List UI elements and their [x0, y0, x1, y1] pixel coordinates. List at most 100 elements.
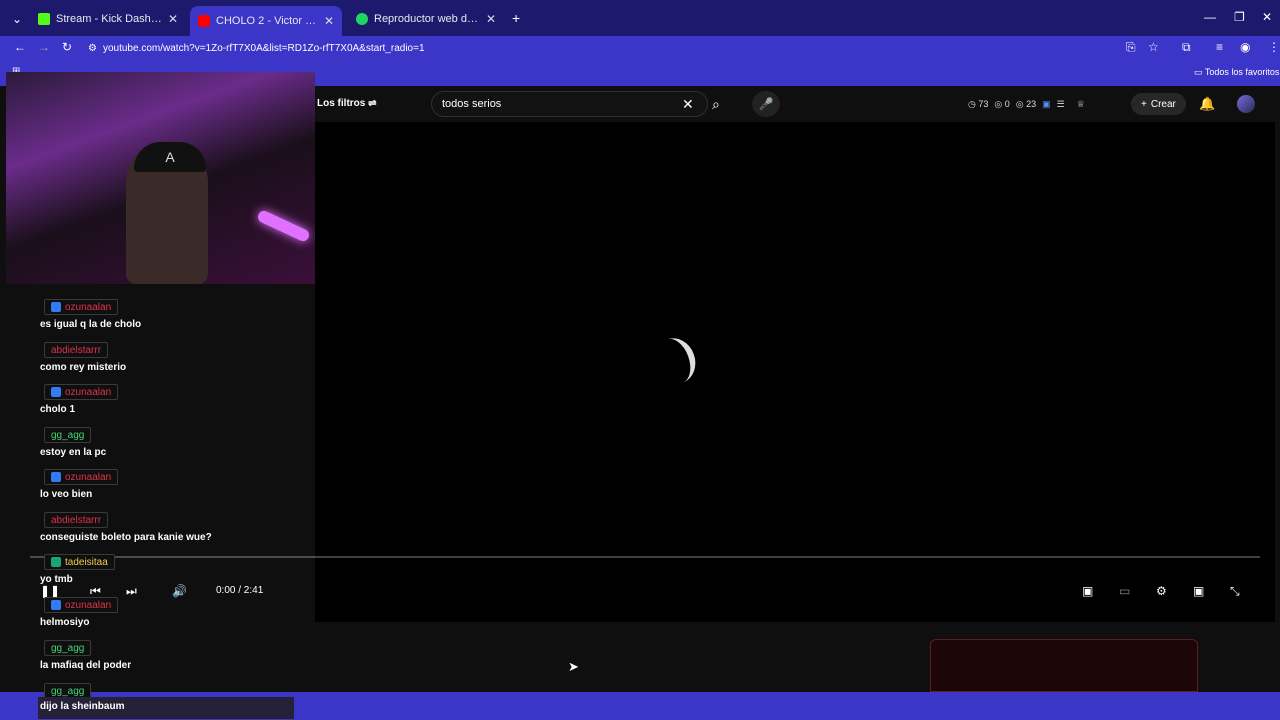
restore-icon[interactable]: ❐ [1234, 10, 1245, 24]
extension-icon[interactable]: ▣ [1042, 99, 1051, 110]
forward-icon[interactable]: → [38, 40, 50, 54]
progress-bar[interactable] [30, 556, 1260, 558]
chat-message: estoy en la pc [40, 447, 107, 458]
chat-message: es igual q la de cholo [40, 319, 142, 330]
search-icon[interactable]: ⌕ [712, 96, 720, 113]
neon-light [256, 208, 311, 244]
filters-button[interactable]: Los filtros ⇌ [317, 98, 377, 109]
user-badge-icon [51, 302, 61, 312]
chat-username-text: abdielstarrr [51, 344, 102, 356]
tab-label: Stream - Kick Dashboard [56, 13, 162, 25]
filters-label: Los filtros [317, 98, 366, 109]
chat-message: como rey misterio [40, 362, 127, 373]
user-badge-icon [51, 472, 61, 482]
tab-kick[interactable]: Stream - Kick Dashboard ✕ [30, 6, 186, 32]
chat-username-text: gg_agg [51, 685, 85, 697]
chat-username[interactable]: ozunaalan [44, 469, 119, 485]
avatar[interactable] [1237, 95, 1255, 113]
chat-username[interactable]: ozunaalan [44, 597, 119, 613]
user-badge-icon [51, 557, 61, 567]
stat-a: ◷ 73 [968, 99, 989, 109]
chat-message: lo veo bien [40, 489, 93, 500]
notifications-icon[interactable]: 🔔 [1199, 96, 1215, 112]
video-player[interactable] [315, 122, 1275, 622]
plus-icon: + [1141, 98, 1147, 110]
window-close-icon[interactable]: ✕ [1262, 10, 1272, 24]
time-display: 0:00 / 2:41 [216, 585, 264, 596]
new-tab-icon[interactable]: + [512, 10, 520, 26]
chat-username[interactable]: tadeisitaa [44, 554, 115, 570]
search-value: todos serios [442, 98, 502, 110]
chat-username-text: ozunaalan [65, 301, 112, 313]
fullscreen-icon[interactable]: ⤡ [1230, 584, 1240, 599]
reload-icon[interactable]: ↻ [62, 40, 72, 54]
back-icon[interactable]: ← [14, 40, 26, 54]
chat-username-text: ozunaalan [65, 599, 112, 611]
chat-username[interactable]: abdielstarrr [44, 342, 109, 358]
chat-message: yo tmb [40, 574, 73, 585]
close-icon[interactable]: ✕ [324, 14, 334, 28]
media-icon[interactable]: ≡ [1216, 40, 1223, 54]
miniplayer-icon[interactable]: ▣ [1193, 584, 1204, 598]
site-info-icon[interactable]: ⚙ [88, 43, 97, 54]
chat-username-text: tadeisitaa [65, 556, 108, 568]
search-input[interactable]: todos serios [431, 91, 708, 117]
spotify-icon [356, 13, 368, 25]
chat-username-text: gg_agg [51, 429, 85, 441]
address-bar[interactable]: ⚙ youtube.com/watch?v=1Zo-rfT7X0A&list=R… [88, 39, 1148, 57]
extension-stats: ◷ 73 ◎ 0 ◎ 23 ▣ ☰ ♕ [968, 99, 1085, 110]
stat-b-value: 0 [1004, 99, 1010, 109]
webcam-overlay: A [6, 72, 315, 284]
chat-username[interactable]: gg_agg [44, 427, 92, 443]
install-icon[interactable]: ⎘ [1126, 40, 1136, 55]
user-badge-icon [51, 600, 61, 610]
stat-c: ◎ 23 [1015, 99, 1037, 109]
pause-icon[interactable]: ❚❚ [40, 584, 60, 598]
stat-b: ◎ 0 [994, 99, 1010, 109]
menu-icon[interactable]: ⋮ [1268, 40, 1280, 54]
extensions-icon[interactable]: ⧉ [1182, 40, 1191, 55]
chat-message: cholo 1 [40, 404, 76, 415]
chat-username[interactable]: gg_agg [44, 640, 92, 656]
create-label: Crear [1150, 98, 1176, 110]
chat-username[interactable]: ozunaalan [44, 299, 119, 315]
next-icon[interactable]: ⏭ [126, 584, 137, 599]
folder-icon: ▭ [1194, 67, 1203, 77]
tab-search-icon[interactable]: ⌄ [12, 12, 22, 26]
create-button[interactable]: + Crear [1131, 93, 1186, 115]
screen: ⌄ Stream - Kick Dashboard ✕ CHOLO 2 - Vi… [0, 0, 1280, 720]
bookmark-star-icon[interactable]: ☆ [1148, 40, 1159, 54]
tab-label: Reproductor web de Spotify: m [374, 13, 480, 25]
sliders-icon: ⇌ [368, 98, 377, 109]
tab-spotify[interactable]: Reproductor web de Spotify: m ✕ [348, 6, 504, 32]
settings-icon[interactable]: ⚙ [1156, 584, 1167, 598]
close-icon[interactable]: ✕ [168, 12, 178, 26]
chat-username-text: gg_agg [51, 642, 85, 654]
bookmark-folder[interactable]: ▭ Todos los favoritos [1194, 67, 1279, 78]
list-icon[interactable]: ☰ [1057, 99, 1065, 110]
tab-youtube[interactable]: CHOLO 2 - Victor Mendivil x Eli ✕ [190, 6, 342, 36]
chat-username[interactable]: abdielstarrr [44, 512, 109, 528]
quality-badge-icon[interactable]: ▣ [1082, 584, 1093, 598]
mic-icon[interactable]: 🎤 [752, 91, 780, 117]
subtitles-icon[interactable]: ▭ [1119, 584, 1130, 598]
trophy-icon[interactable]: ♕ [1077, 99, 1085, 110]
minimize-icon[interactable]: — [1204, 10, 1216, 24]
chat-username-text: ozunaalan [65, 471, 112, 483]
bookmark-folder-label: Todos los favoritos [1204, 67, 1280, 77]
chat-username-text: ozunaalan [65, 386, 112, 398]
close-icon[interactable]: ✕ [486, 12, 496, 26]
chat-message: la mafiaq del poder [40, 660, 132, 671]
profile-icon[interactable]: ◉ [1240, 40, 1250, 54]
stat-a-value: 73 [978, 99, 989, 109]
url-text: youtube.com/watch?v=1Zo-rfT7X0A&list=RD1… [102, 42, 425, 54]
chat-message: helmosiyo [40, 617, 90, 628]
mouse-cursor-icon: ➤ [568, 659, 579, 674]
red-panel [930, 639, 1198, 692]
stat-c-value: 23 [1026, 99, 1037, 109]
youtube-icon [198, 15, 210, 27]
chat-username[interactable]: ozunaalan [44, 384, 119, 400]
chat-message: dijo la sheinbaum [38, 697, 294, 719]
volume-icon[interactable]: 🔊 [172, 584, 187, 598]
clear-search-icon[interactable]: ✕ [682, 96, 694, 113]
